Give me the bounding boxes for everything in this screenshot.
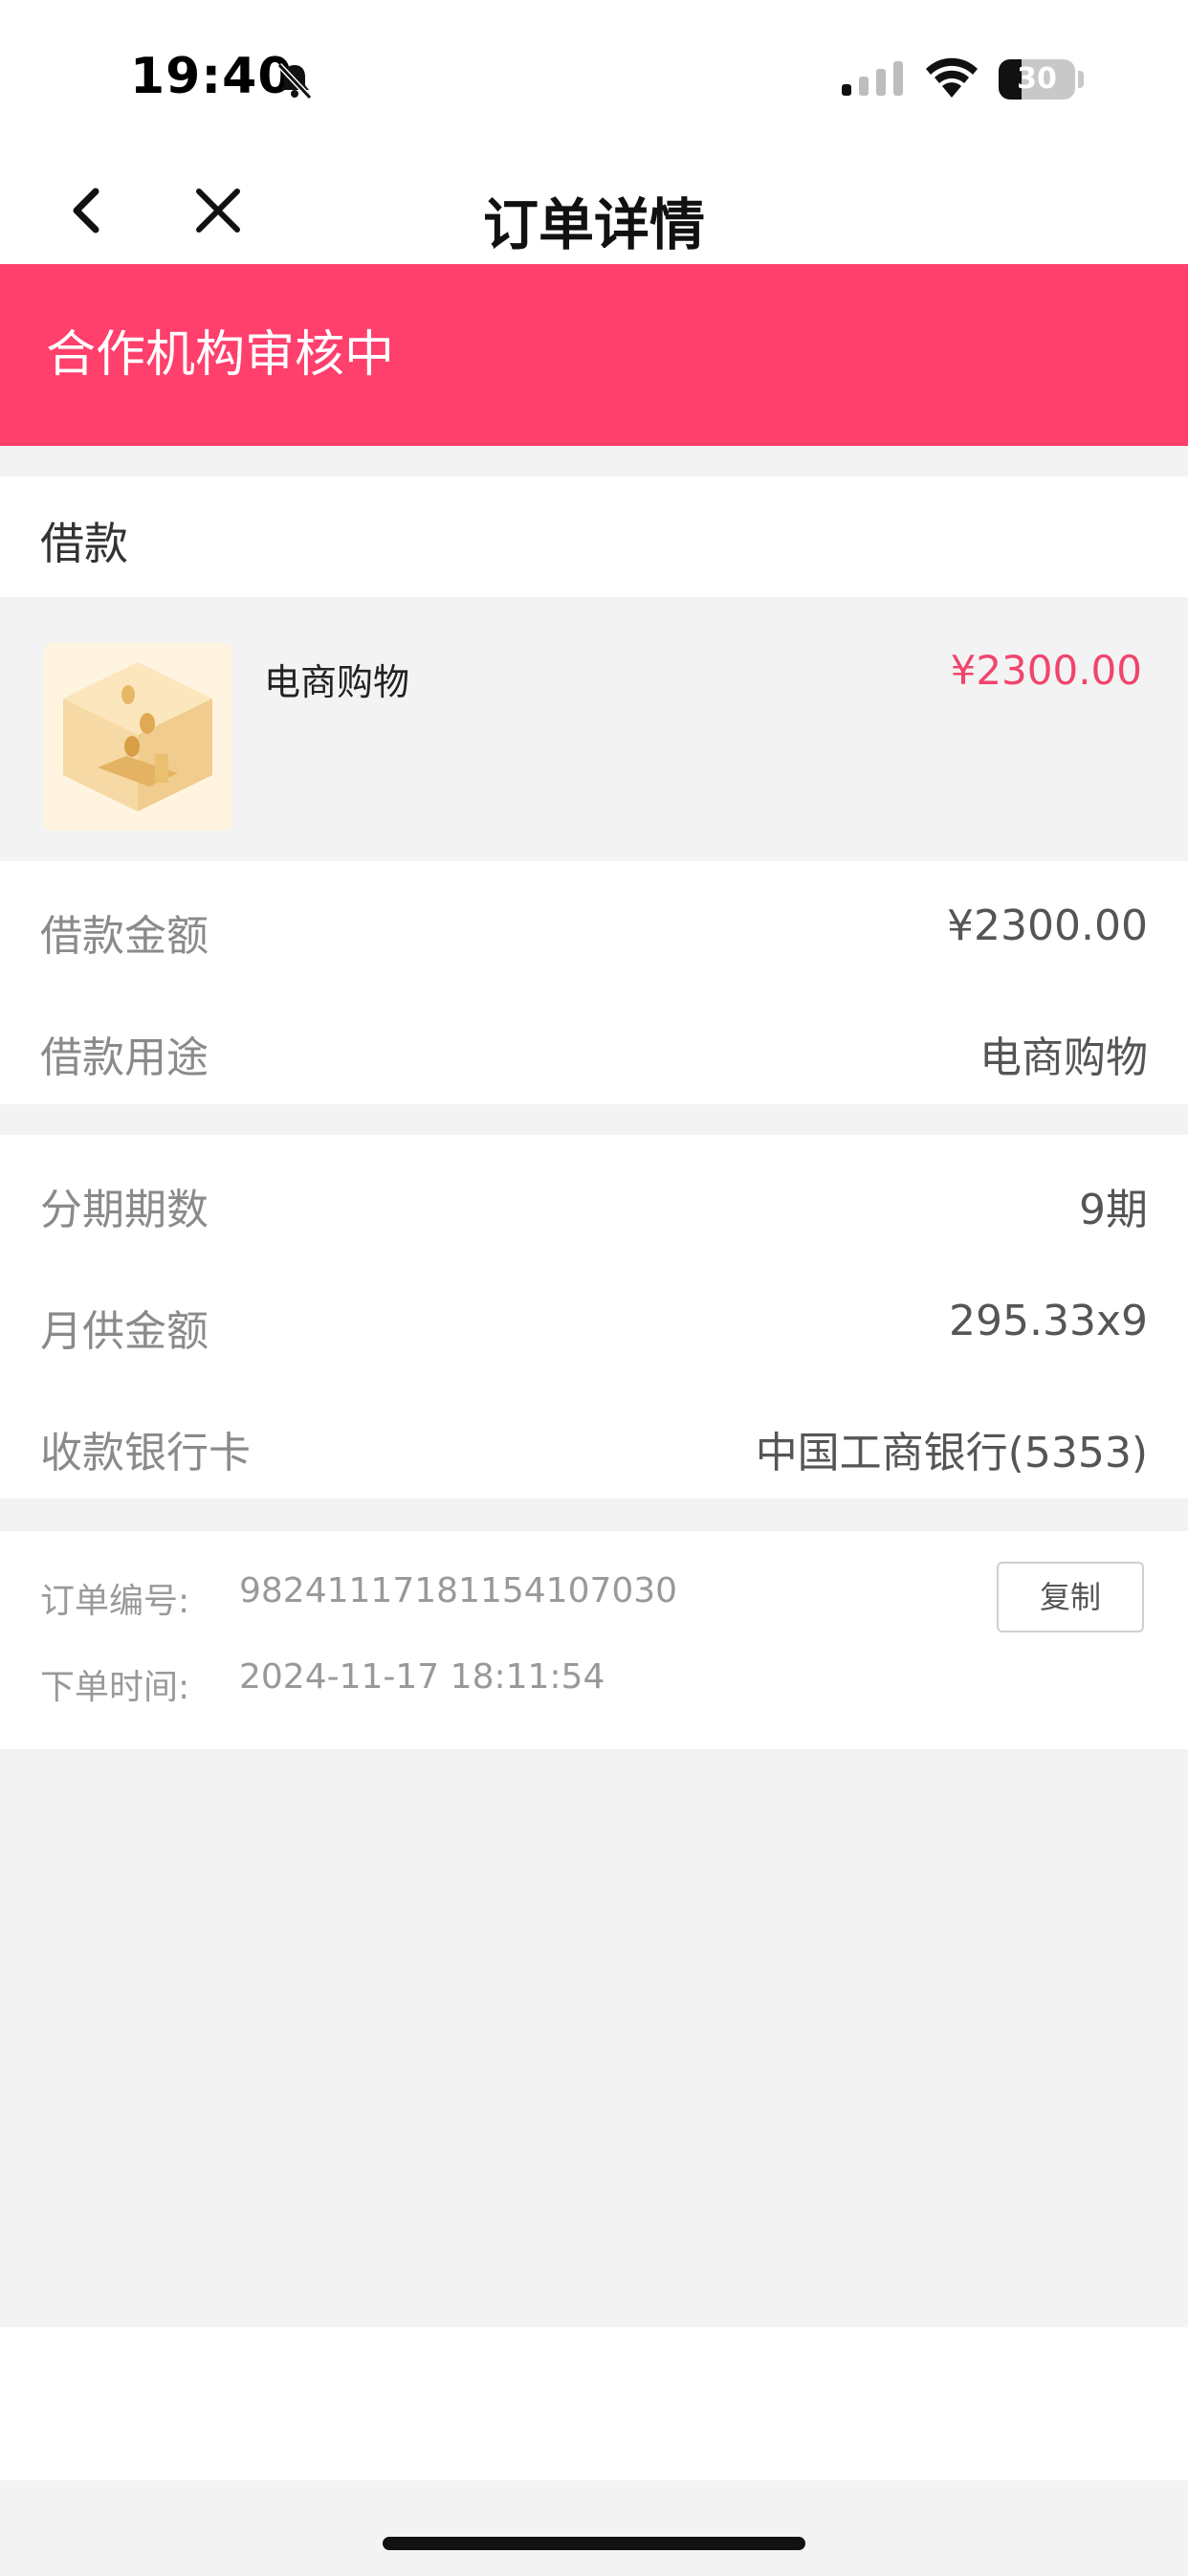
product-price: ¥2300.00 [950, 647, 1142, 694]
page-title: 订单详情 [482, 192, 705, 257]
status-banner-text: 合作机构审核中 [46, 326, 395, 384]
loan-section-label: 借款 [40, 518, 128, 569]
loan-details: 借款金额 ¥2300.00 借款用途 电商购物 [0, 861, 1188, 1104]
home-indicator[interactable] [383, 2537, 805, 2550]
product-name: 电商购物 [264, 661, 410, 703]
detail-value: 中国工商银行(5353) [755, 1429, 1148, 1477]
battery-cap [1078, 71, 1084, 88]
product-item[interactable]: 电商购物 ¥2300.00 [0, 597, 1188, 861]
detail-value: ¥2300.00 [947, 901, 1148, 950]
detail-value: 295.33x9 [949, 1297, 1148, 1345]
status-time: 19:40 [130, 48, 294, 105]
battery-icon: 30 [999, 59, 1075, 100]
cellular-signal-icon [842, 61, 903, 96]
status-bar: 19:40 30 [0, 0, 1188, 153]
order-number-value: 98241117181154107030 [239, 1571, 678, 1610]
chevron-left-icon[interactable] [59, 182, 117, 239]
copy-button[interactable]: 复制 [997, 1562, 1144, 1632]
detail-label: 借款用途 [40, 1033, 209, 1082]
wifi-icon [926, 57, 978, 98]
detail-row-monthly-payment: 月供金额 295.33x9 [0, 1277, 1188, 1364]
bottom-safe-area [0, 2480, 1188, 2576]
nav-bar: 订单详情 [0, 153, 1188, 264]
order-number-label: 订单编号: [40, 1582, 190, 1621]
status-banner: 合作机构审核中 [0, 264, 1188, 446]
detail-row-loan-amount: 借款金额 ¥2300.00 [0, 882, 1188, 968]
detail-row-installments: 分期期数 9期 [0, 1156, 1188, 1242]
battery-level: 30 [1017, 62, 1057, 96]
order-time-value: 2024-11-17 18:11:54 [239, 1657, 605, 1697]
close-icon[interactable] [189, 182, 247, 239]
detail-row-loan-purpose: 借款用途 电商购物 [0, 1004, 1188, 1090]
detail-label: 收款银行卡 [40, 1429, 251, 1477]
loan-section-header: 借款 [0, 477, 1188, 597]
detail-label: 分期期数 [40, 1186, 209, 1234]
detail-row-bank-card: 收款银行卡 中国工商银行(5353) [0, 1399, 1188, 1485]
product-thumbnail [44, 643, 231, 831]
order-detail-screen: 19:40 30 订单详情 合作机构审核中 借款 电商购物 ¥2300.00 借… [0, 0, 1188, 2576]
installment-details: 分期期数 9期 月供金额 295.33x9 收款银行卡 中国工商银行(5353) [0, 1135, 1188, 1499]
bell-muted-icon [276, 62, 313, 100]
detail-value: 9期 [1079, 1186, 1148, 1234]
order-time-label: 下单时间: [40, 1668, 190, 1707]
detail-label: 借款金额 [40, 912, 209, 961]
detail-label: 月供金额 [40, 1307, 209, 1356]
coin-box-icon [44, 643, 231, 831]
bottom-area [0, 2327, 1188, 2480]
order-info: 订单编号: 98241117181154107030 复制 下单时间: 2024… [0, 1531, 1188, 1749]
detail-value: 电商购物 [979, 1033, 1148, 1082]
